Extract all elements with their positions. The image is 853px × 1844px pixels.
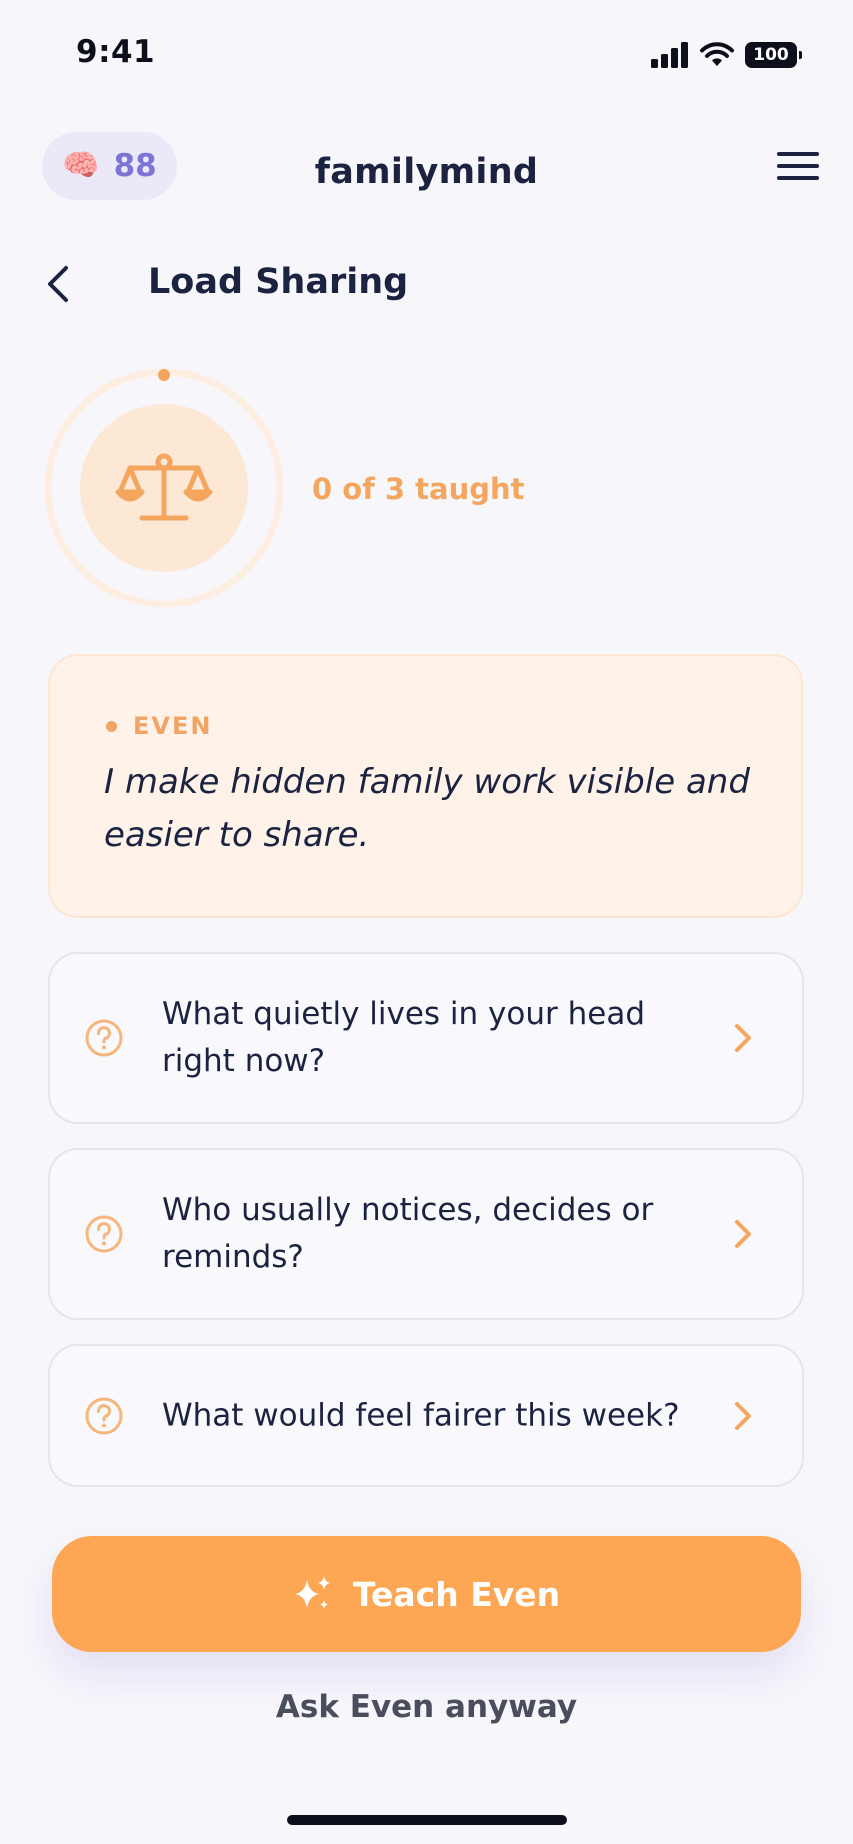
status-time: 9:41 xyxy=(76,34,156,70)
status-bar: 9:41 100 xyxy=(0,0,853,110)
even-dot xyxy=(106,720,117,732)
sparkles-icon xyxy=(294,1576,330,1609)
teach-even-button[interactable]: Teach Even xyxy=(52,1536,801,1652)
question-circle-icon xyxy=(85,1215,123,1253)
wifi-icon xyxy=(700,42,734,66)
even-label: EVEN xyxy=(106,712,212,740)
question-text: What would feel fairer this week? xyxy=(162,1397,680,1433)
progress-indicator-dot xyxy=(158,369,170,381)
question-circle-icon xyxy=(85,1019,123,1057)
chevron-right-icon xyxy=(735,1024,751,1052)
status-icons: 100 xyxy=(651,40,802,70)
even-intro-card: EVEN I make hidden family work visible a… xyxy=(48,654,803,918)
ask-even-anyway-link[interactable]: Ask Even anyway xyxy=(0,1689,853,1725)
app-header: 🧠 88 familymind xyxy=(0,132,853,202)
chevron-right-icon xyxy=(735,1401,751,1430)
question-card-2[interactable]: Who usually notices, decides or reminds? xyxy=(48,1148,804,1320)
chevron-left-icon[interactable] xyxy=(40,262,80,306)
question-text: What quietly lives in your head right no… xyxy=(162,996,645,1079)
progress-text: 0 of 3 taught xyxy=(312,472,525,506)
page-title: Load Sharing xyxy=(148,262,409,302)
teach-even-label: Teach Even xyxy=(352,1574,561,1614)
chevron-right-icon xyxy=(735,1220,751,1248)
home-indicator xyxy=(287,1815,567,1825)
app-title: familymind xyxy=(314,152,539,192)
hamburger-menu-icon[interactable] xyxy=(777,150,819,182)
question-text: Who usually notices, decides or reminds? xyxy=(162,1192,654,1275)
battery-icon: 100 xyxy=(745,42,802,68)
question-circle-icon xyxy=(85,1397,123,1434)
cellular-signal-icon xyxy=(651,42,688,68)
battery-level: 100 xyxy=(753,45,789,65)
question-card-1[interactable]: What quietly lives in your head right no… xyxy=(48,952,804,1124)
question-card-3[interactable]: What would feel fairer this week? xyxy=(48,1344,804,1487)
progress-ring xyxy=(44,368,284,608)
even-quote: I make hidden family work visible and ea… xyxy=(104,762,750,855)
even-label-text: EVEN xyxy=(133,712,213,740)
